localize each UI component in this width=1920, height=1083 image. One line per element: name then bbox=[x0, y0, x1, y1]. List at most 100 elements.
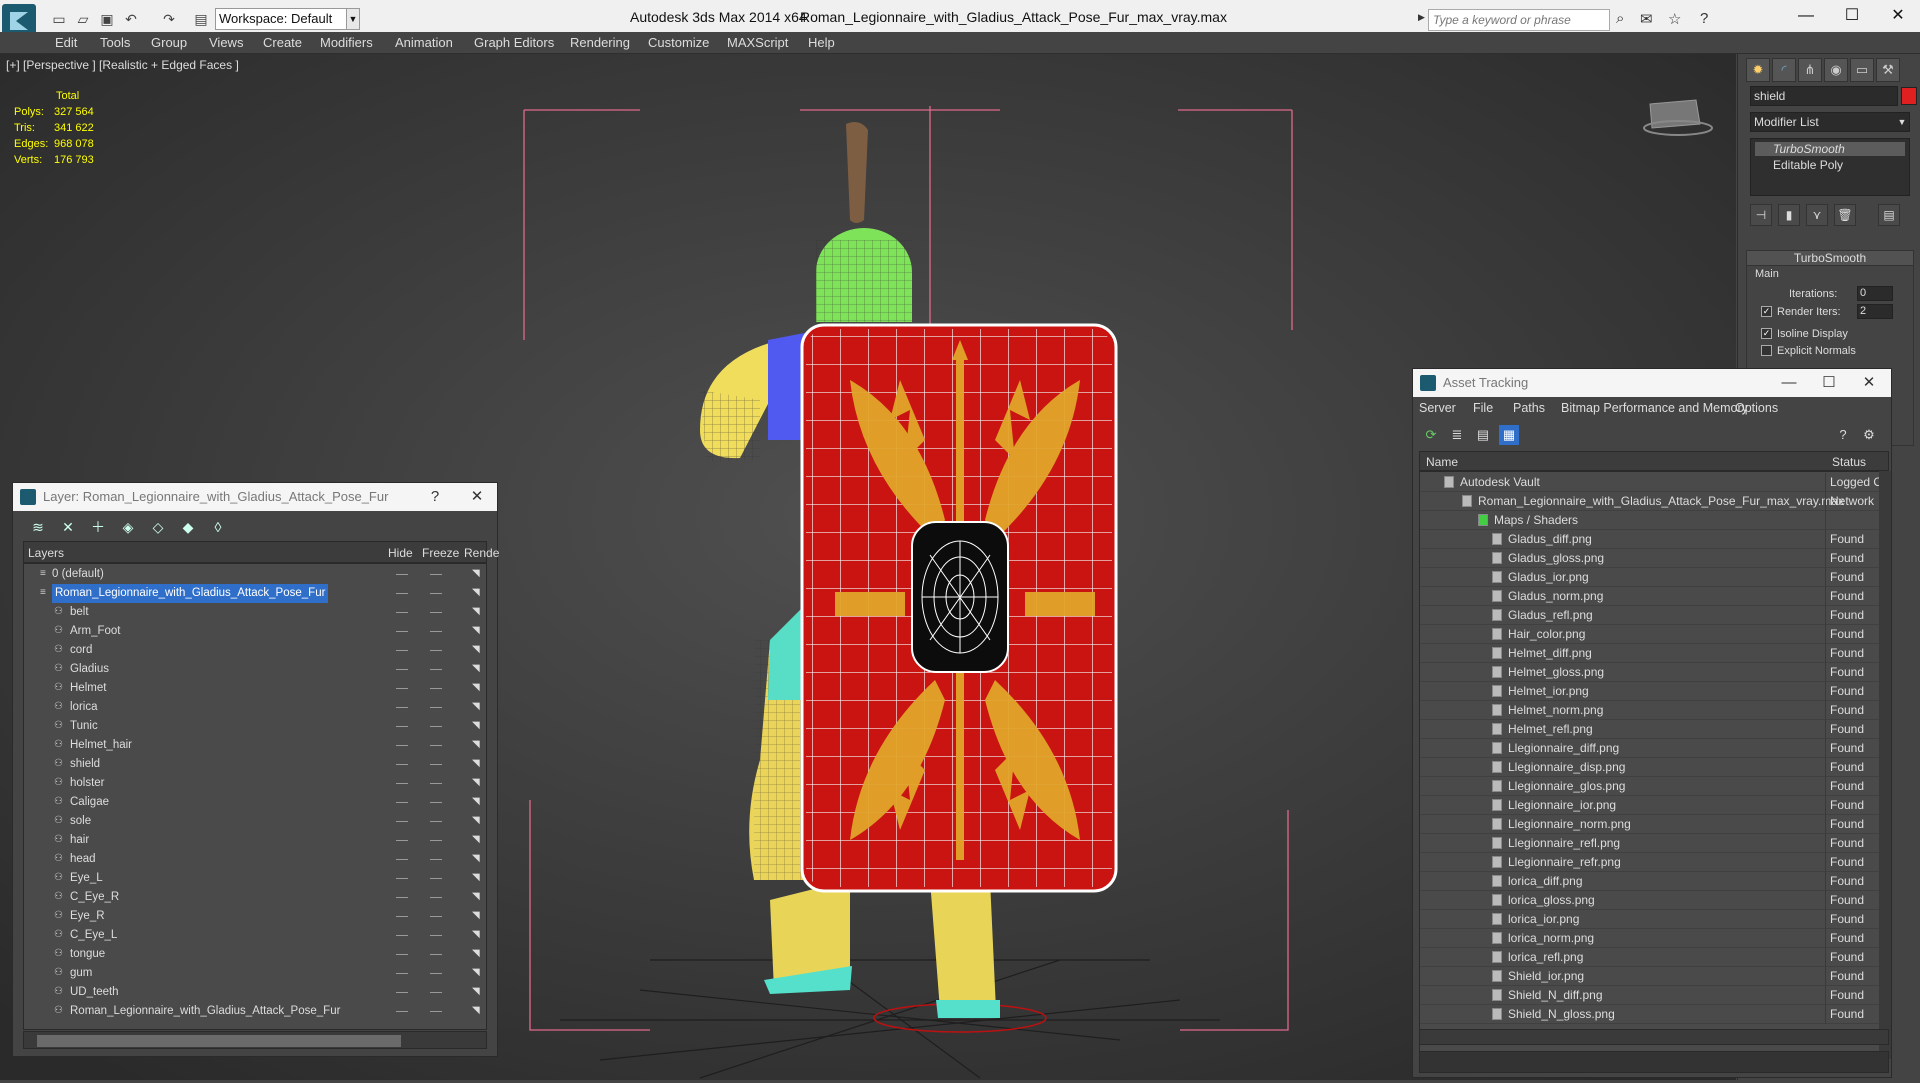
render-toggle-icon[interactable]: ◥ bbox=[472, 588, 482, 598]
layer-row[interactable]: ⚇ UD_teeth ◥ bbox=[24, 983, 486, 1002]
render-toggle-icon[interactable]: ◥ bbox=[472, 683, 482, 693]
object-color-swatch[interactable] bbox=[1901, 87, 1917, 105]
layer-row[interactable]: ⚇ head ◥ bbox=[24, 850, 486, 869]
hide-toggle[interactable] bbox=[396, 973, 408, 974]
render-toggle-icon[interactable]: ◥ bbox=[472, 797, 482, 807]
help-button[interactable]: ? bbox=[417, 483, 453, 511]
layer-name[interactable]: Helmet_hair bbox=[70, 736, 132, 755]
layer-name[interactable]: Tunic bbox=[70, 717, 98, 736]
menu-file[interactable]: File bbox=[1473, 401, 1493, 415]
display-tab-icon[interactable]: ▭ bbox=[1850, 58, 1874, 82]
vertical-scrollbar[interactable] bbox=[1879, 471, 1891, 1059]
freeze-toggle[interactable] bbox=[430, 669, 442, 670]
menu-maxscript[interactable]: MAXScript bbox=[727, 35, 788, 50]
hide-toggle[interactable] bbox=[396, 802, 408, 803]
hide-toggle[interactable] bbox=[396, 764, 408, 765]
hide-all-layers-icon[interactable]: ◊ bbox=[207, 517, 229, 537]
layer-name[interactable]: cord bbox=[70, 641, 92, 660]
horizontal-scrollbar[interactable] bbox=[1419, 1029, 1889, 1045]
layer-name[interactable]: hair bbox=[70, 831, 89, 850]
configure-sets-icon[interactable]: ▤ bbox=[1878, 204, 1900, 226]
asset-row[interactable]: Llegionnaire_glos.png Found bbox=[1420, 777, 1882, 796]
minimize-button[interactable]: — bbox=[1771, 369, 1807, 397]
close-button[interactable]: ✕ bbox=[1851, 369, 1887, 397]
freeze-toggle[interactable] bbox=[430, 707, 442, 708]
menu-help[interactable]: Help bbox=[808, 35, 835, 50]
render-toggle-icon[interactable]: ◥ bbox=[472, 702, 482, 712]
freeze-toggle[interactable] bbox=[430, 593, 442, 594]
hide-toggle[interactable] bbox=[396, 878, 408, 879]
render-iters-checkbox[interactable]: ✓ bbox=[1761, 306, 1772, 317]
asset-row[interactable]: Roman_Legionnaire_with_Gladius_Attack_Po… bbox=[1420, 492, 1882, 511]
menu-views[interactable]: Views bbox=[209, 35, 243, 50]
freeze-toggle[interactable] bbox=[430, 650, 442, 651]
asset-row[interactable]: lorica_norm.png Found bbox=[1420, 929, 1882, 948]
show-end-result-icon[interactable]: ▮ bbox=[1778, 204, 1800, 226]
render-toggle-icon[interactable]: ◥ bbox=[472, 968, 482, 978]
asset-row[interactable]: Hair_color.png Found bbox=[1420, 625, 1882, 644]
menu-server[interactable]: Server bbox=[1419, 401, 1456, 415]
minimize-button[interactable]: — bbox=[1784, 4, 1828, 28]
render-toggle-icon[interactable]: ◥ bbox=[472, 664, 482, 674]
layer-name[interactable]: C_Eye_L bbox=[70, 926, 117, 945]
freeze-toggle[interactable] bbox=[430, 992, 442, 993]
asset-row[interactable]: Llegionnaire_ior.png Found bbox=[1420, 796, 1882, 815]
layer-name[interactable]: Roman_Legionnaire_with_Gladius_Attack_Po… bbox=[70, 1002, 340, 1021]
asset-row[interactable]: Shield_N_gloss.png Found bbox=[1420, 1005, 1882, 1024]
asset-window-titlebar[interactable]: Asset Tracking — ☐ ✕ bbox=[1413, 369, 1891, 397]
hide-toggle[interactable] bbox=[396, 612, 408, 613]
asset-row[interactable]: Shield_ior.png Found bbox=[1420, 967, 1882, 986]
hide-toggle[interactable] bbox=[396, 631, 408, 632]
menu-animation[interactable]: Animation bbox=[395, 35, 453, 50]
undo-icon[interactable]: ↶ bbox=[122, 10, 140, 28]
hide-toggle[interactable] bbox=[396, 992, 408, 993]
hide-toggle[interactable] bbox=[396, 916, 408, 917]
render-toggle-icon[interactable]: ◥ bbox=[472, 759, 482, 769]
column-freeze[interactable]: Freeze bbox=[422, 546, 459, 560]
freeze-toggle[interactable] bbox=[430, 1011, 442, 1012]
redo-icon[interactable]: ↷ bbox=[160, 10, 178, 28]
hide-toggle[interactable] bbox=[396, 954, 408, 955]
add-to-layer-icon[interactable]: ◈ bbox=[117, 517, 139, 537]
layer-row[interactable]: ⚇ C_Eye_L ◥ bbox=[24, 926, 486, 945]
render-toggle-icon[interactable]: ◥ bbox=[472, 835, 482, 845]
freeze-toggle[interactable] bbox=[430, 973, 442, 974]
layer-name[interactable]: Gladius bbox=[70, 660, 109, 679]
table-view-icon[interactable]: ▦ bbox=[1499, 425, 1519, 445]
menu-options[interactable]: Options bbox=[1735, 401, 1778, 415]
asset-row[interactable]: Helmet_refl.png Found bbox=[1420, 720, 1882, 739]
render-toggle-icon[interactable]: ◥ bbox=[472, 1006, 482, 1016]
make-unique-icon[interactable]: ⋎ bbox=[1806, 204, 1828, 226]
render-toggle-icon[interactable]: ◥ bbox=[472, 569, 482, 579]
select-layer-icon[interactable]: ◇ bbox=[147, 517, 169, 537]
column-render[interactable]: Rende bbox=[464, 546, 499, 560]
layer-name[interactable]: Arm_Foot bbox=[70, 622, 121, 641]
hide-toggle[interactable] bbox=[396, 859, 408, 860]
list-view-icon[interactable]: ≣ bbox=[1447, 425, 1467, 445]
layer-row[interactable]: ⚇ Roman_Legionnaire_with_Gladius_Attack_P… bbox=[24, 1002, 486, 1021]
close-button[interactable]: ✕ bbox=[459, 483, 495, 511]
menu-tools[interactable]: Tools bbox=[100, 35, 130, 50]
menu-edit[interactable]: Edit bbox=[55, 35, 77, 50]
layer-name[interactable]: Eye_R bbox=[70, 907, 105, 926]
menu-create[interactable]: Create bbox=[263, 35, 302, 50]
hide-toggle[interactable] bbox=[396, 821, 408, 822]
layer-row[interactable]: ⚇ lorica ◥ bbox=[24, 698, 486, 717]
render-toggle-icon[interactable]: ◥ bbox=[472, 854, 482, 864]
hide-toggle[interactable] bbox=[396, 935, 408, 936]
render-toggle-icon[interactable]: ◥ bbox=[472, 740, 482, 750]
layer-name[interactable]: gum bbox=[70, 964, 92, 983]
freeze-toggle[interactable] bbox=[430, 859, 442, 860]
freeze-toggle[interactable] bbox=[430, 840, 442, 841]
render-toggle-icon[interactable]: ◥ bbox=[472, 816, 482, 826]
utilities-tab-icon[interactable]: ⚒ bbox=[1876, 58, 1900, 82]
layer-name[interactable]: UD_teeth bbox=[70, 983, 119, 1002]
asset-row[interactable]: Autodesk Vault Logged O bbox=[1420, 473, 1883, 492]
close-button[interactable]: ✕ bbox=[1876, 4, 1920, 28]
freeze-toggle[interactable] bbox=[430, 802, 442, 803]
layer-name[interactable]: holster bbox=[70, 774, 105, 793]
asset-row[interactable]: Helmet_diff.png Found bbox=[1420, 644, 1882, 663]
render-toggle-icon[interactable]: ◥ bbox=[472, 778, 482, 788]
hide-toggle[interactable] bbox=[396, 726, 408, 727]
freeze-toggle[interactable] bbox=[430, 688, 442, 689]
